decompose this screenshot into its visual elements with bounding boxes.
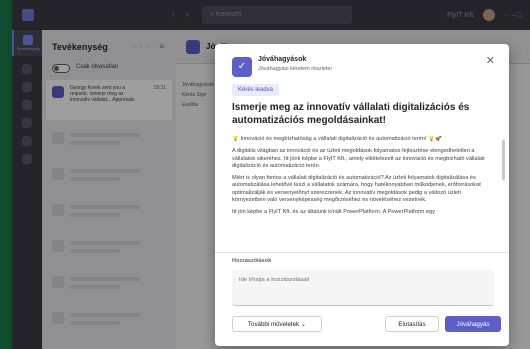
scrollbar[interactable] xyxy=(502,140,505,180)
dialog-app-name: Jóváhagyások xyxy=(258,56,307,63)
body-paragraph: 💡 Innováció és megbízhatóság a vállalati… xyxy=(232,136,442,142)
comments-input[interactable]: Ide írhatja a hozzászólásait xyxy=(232,270,494,306)
approval-dialog: ✓ Jóváhagyások Jóváhagyási kérelem részl… xyxy=(215,44,509,346)
more-actions-button[interactable]: További műveletek ⌄ xyxy=(232,316,322,332)
body-paragraph: A digitális világban az innováció és az … xyxy=(232,148,485,169)
body-paragraph: Miért is olyan fontos a vállalati digita… xyxy=(232,175,481,204)
dialog-subtitle: Jóváhagyási kérelem részletei xyxy=(258,66,332,72)
approve-button[interactable]: Jóváhagyás xyxy=(445,316,501,332)
close-icon[interactable]: ✕ xyxy=(486,54,495,67)
divider xyxy=(215,252,509,253)
approvals-icon: ✓ xyxy=(232,57,252,77)
chevron-down-icon: ⌄ xyxy=(300,321,307,328)
reject-button[interactable]: Elutasítás xyxy=(385,316,439,332)
status-badge: Kérés leadva xyxy=(232,84,280,96)
request-title: Ismerje meg az innovatív vállalati digit… xyxy=(232,102,470,126)
comments-label: Hozzászólások xyxy=(232,258,272,264)
more-actions-label: További műveletek xyxy=(247,321,300,328)
request-body[interactable]: 💡 Innováció és megbízhatóság a vállalati… xyxy=(232,136,495,292)
body-paragraph: Itt jön képbe a FlyIT Kft. és az általun… xyxy=(232,209,435,216)
